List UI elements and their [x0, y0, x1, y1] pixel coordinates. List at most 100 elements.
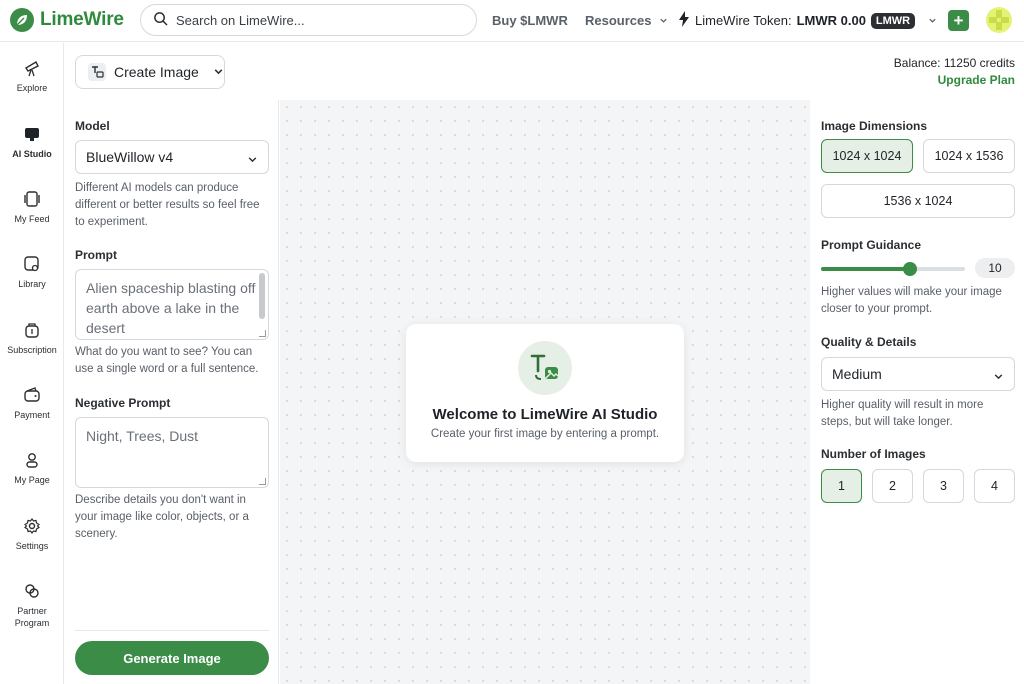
wallet-icon: [23, 386, 41, 404]
welcome-title: Welcome to LimeWire AI Studio: [432, 406, 658, 423]
negative-prompt-textarea[interactable]: Night, Trees, Dust: [75, 417, 269, 488]
rail-label: Explore: [16, 83, 48, 93]
image-canvas: Welcome to LimeWire AI Studio Create you…: [280, 100, 810, 684]
generate-image-button[interactable]: Generate Image: [75, 641, 269, 675]
settings-panel: Image Dimensions 1024 x 1024 1024 x 1536…: [811, 100, 1024, 684]
welcome-subtitle: Create your first image by entering a pr…: [430, 428, 660, 440]
chevron-down-icon: [928, 13, 937, 28]
rail-item-library[interactable]: Library: [0, 255, 64, 289]
dimension-option-1024x1536[interactable]: 1024 x 1536: [923, 139, 1015, 173]
brand-name: LimeWire: [40, 9, 124, 30]
create-image-label: Create Image: [114, 64, 199, 80]
negative-prompt-label: Negative Prompt: [75, 396, 171, 410]
studio-header: Create Image Balance: 11250 credits Upgr…: [65, 43, 1024, 100]
buy-lmwr-link[interactable]: Buy $LMWR: [492, 13, 568, 28]
rail-item-partner-program[interactable]: Partner Program: [0, 582, 64, 628]
search-icon: [153, 11, 168, 29]
rail-item-ai-studio[interactable]: AI Studio: [0, 125, 64, 159]
prompt-textarea[interactable]: Alien spaceship blasting off earth above…: [75, 269, 269, 340]
number-of-images-label: Number of Images: [821, 447, 926, 461]
welcome-card: Welcome to LimeWire AI Studio Create you…: [406, 324, 684, 462]
quality-value: Medium: [832, 366, 882, 382]
rail-label: Payment: [14, 410, 50, 420]
rail-item-my-feed[interactable]: My Feed: [0, 190, 64, 224]
prompt-scrollbar[interactable]: [259, 273, 265, 319]
create-image-dropdown[interactable]: Create Image: [75, 55, 225, 89]
rail-label: Partner: [17, 606, 47, 616]
top-bar: LimeWire Buy $LMWR Resources LimeWire To…: [0, 0, 1024, 42]
chevron-down-icon: [659, 13, 668, 28]
left-nav-rail: Explore AI Studio My Feed Library Subscr…: [0, 43, 64, 684]
resize-handle-icon[interactable]: [259, 478, 266, 485]
rail-label: AI Studio: [12, 149, 52, 159]
rail-item-explore[interactable]: Explore: [0, 59, 64, 93]
generation-form: Model BlueWillow v4 Different AI models …: [65, 100, 279, 684]
image-count-option-4[interactable]: 4: [974, 469, 1015, 503]
upgrade-plan-link[interactable]: Upgrade Plan: [938, 73, 1015, 87]
image-dimensions-label: Image Dimensions: [821, 119, 928, 133]
prompt-value: Alien spaceship blasting off earth above…: [86, 280, 256, 336]
rail-item-settings[interactable]: Settings: [0, 517, 64, 551]
slider-handle[interactable]: [903, 262, 918, 276]
limewire-logo-icon: [10, 8, 34, 32]
image-count-option-1[interactable]: 1: [821, 469, 862, 503]
rail-item-payment[interactable]: Payment: [0, 386, 64, 420]
prompt-guidance-slider[interactable]: [821, 262, 965, 276]
prompt-guidance-label: Prompt Guidance: [821, 238, 922, 252]
logo[interactable]: LimeWire: [10, 8, 124, 32]
model-value: BlueWillow v4: [86, 149, 174, 165]
prompt-guidance-value[interactable]: 10: [975, 258, 1015, 278]
prompt-label: Prompt: [75, 248, 117, 262]
rail-label: Program: [14, 618, 50, 628]
image-count-option-2[interactable]: 2: [872, 469, 913, 503]
avatar[interactable]: [986, 7, 1012, 33]
prompt-guidance-help: Higher values will make your image close…: [821, 286, 1002, 315]
lightning-icon: [678, 11, 690, 30]
negative-prompt-placeholder: Night, Trees, Dust: [86, 428, 199, 444]
rail-label: My Page: [14, 475, 50, 485]
image-count-option-3[interactable]: 3: [923, 469, 964, 503]
model-help-text: Different AI models can produce differen…: [75, 182, 260, 228]
plus-icon: +: [953, 11, 964, 30]
quality-label: Quality & Details: [821, 335, 917, 349]
rail-label: Settings: [15, 541, 49, 551]
model-select[interactable]: BlueWillow v4: [75, 140, 269, 174]
chevron-down-icon: [213, 64, 224, 80]
text-to-image-icon: [518, 341, 572, 395]
search-bar[interactable]: [140, 4, 477, 36]
quality-select[interactable]: Medium: [821, 357, 1015, 391]
token-badge: LMWR: [870, 12, 916, 29]
user-icon: [23, 451, 41, 469]
rail-label: Subscription: [7, 345, 57, 355]
library-icon: [23, 255, 41, 273]
token-value: LMWR 0.00: [796, 13, 866, 28]
rail-label: Library: [18, 279, 46, 289]
resize-handle-icon[interactable]: [259, 330, 266, 337]
chevron-down-icon: [993, 369, 1004, 385]
subscription-icon: [23, 321, 41, 339]
slider-fill: [821, 267, 911, 271]
model-label: Model: [75, 119, 110, 133]
gear-icon: [23, 517, 41, 535]
dimension-option-1024x1024[interactable]: 1024 x 1024: [821, 139, 913, 173]
link-icon: [23, 582, 41, 600]
resources-label: Resources: [585, 13, 652, 28]
negative-prompt-help-text: Describe details you don't want in your …: [75, 494, 249, 540]
token-balance[interactable]: LimeWire Token: LMWR 0.00 LMWR: [678, 11, 937, 30]
divider: [75, 630, 269, 631]
search-input[interactable]: [176, 12, 456, 28]
text-to-image-icon: [88, 63, 106, 81]
credit-balance: Balance: 11250 credits: [893, 56, 1015, 70]
token-label: LimeWire Token:: [695, 13, 792, 28]
add-button[interactable]: +: [948, 10, 969, 31]
chevron-down-icon: [247, 152, 258, 168]
quality-help: Higher quality will result in more steps…: [821, 399, 984, 428]
resources-menu[interactable]: Resources: [585, 13, 668, 28]
prompt-help-text: What do you want to see? You can use a s…: [75, 346, 259, 375]
telescope-icon: [23, 59, 41, 77]
rail-item-subscription[interactable]: Subscription: [0, 321, 64, 355]
feed-icon: [23, 190, 41, 208]
dimension-option-1536x1024[interactable]: 1536 x 1024: [821, 184, 1015, 218]
rail-label: My Feed: [14, 214, 50, 224]
rail-item-my-page[interactable]: My Page: [0, 451, 64, 485]
